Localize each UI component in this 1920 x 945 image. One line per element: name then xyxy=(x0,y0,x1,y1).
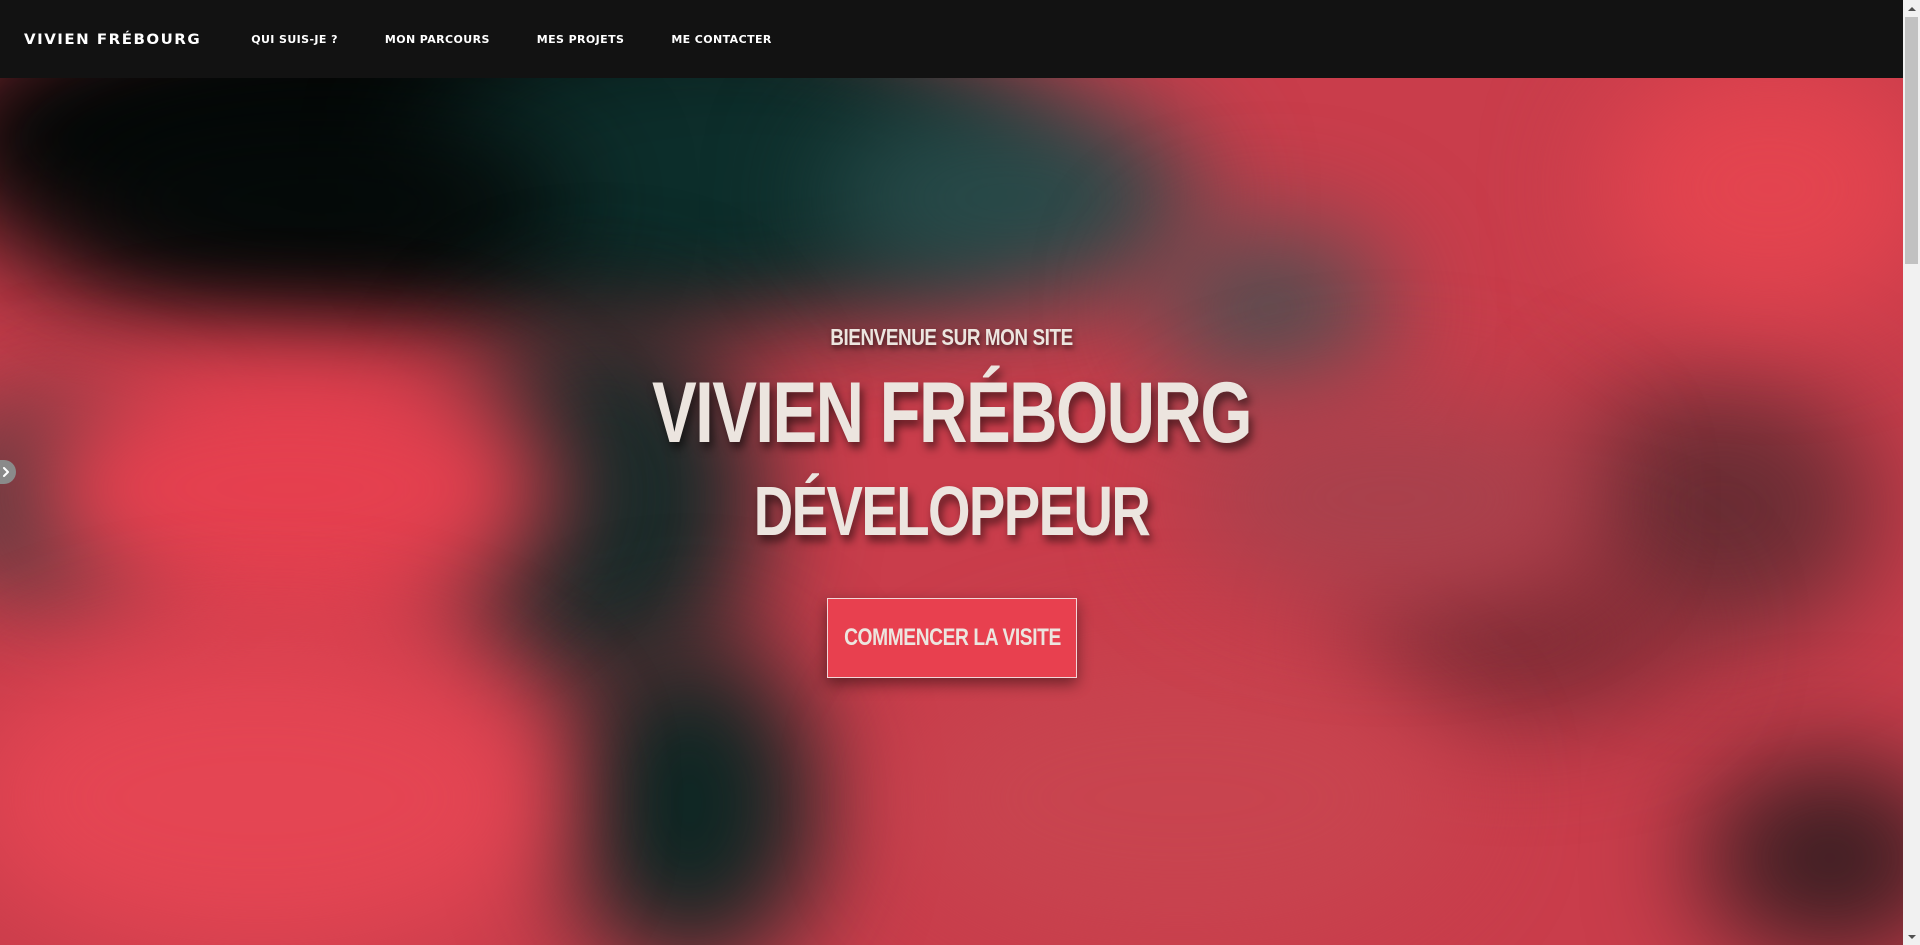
vertical-scrollbar[interactable] xyxy=(1903,0,1920,945)
chevron-right-icon xyxy=(2,467,10,477)
top-navigation: VIVIEN FRÉBOURG QUI SUIS-JE ? MON PARCOU… xyxy=(0,0,1903,78)
hero-welcome-text: BIENVENUE SUR MON SITE xyxy=(830,324,1073,350)
nav-item-qui-suis-je[interactable]: QUI SUIS-JE ? xyxy=(251,33,338,46)
scrollbar-thumb[interactable] xyxy=(1905,17,1918,264)
start-visit-button[interactable]: COMMENCER LA VISITE xyxy=(827,598,1077,678)
hero-content: BIENVENUE SUR MON SITE VIVIEN FRÉBOURG D… xyxy=(0,78,1903,945)
nav-item-me-contacter[interactable]: ME CONTACTER xyxy=(671,33,771,46)
nav-item-mon-parcours[interactable]: MON PARCOURS xyxy=(385,33,490,46)
nav-item-mes-projets[interactable]: MES PROJETS xyxy=(537,33,625,46)
start-visit-button-label: COMMENCER LA VISITE xyxy=(843,624,1061,651)
site-logo[interactable]: VIVIEN FRÉBOURG xyxy=(24,30,201,47)
scroll-down-arrow-icon[interactable] xyxy=(1903,928,1920,945)
main-nav: QUI SUIS-JE ? MON PARCOURS MES PROJETS M… xyxy=(251,33,772,46)
scroll-up-arrow-icon[interactable] xyxy=(1903,0,1920,17)
hero-name-title: VIVIEN FRÉBOURG xyxy=(651,365,1253,461)
hero-section: BIENVENUE SUR MON SITE VIVIEN FRÉBOURG D… xyxy=(0,78,1903,945)
hero-role-subtitle: DÉVELOPPEUR xyxy=(753,472,1151,550)
